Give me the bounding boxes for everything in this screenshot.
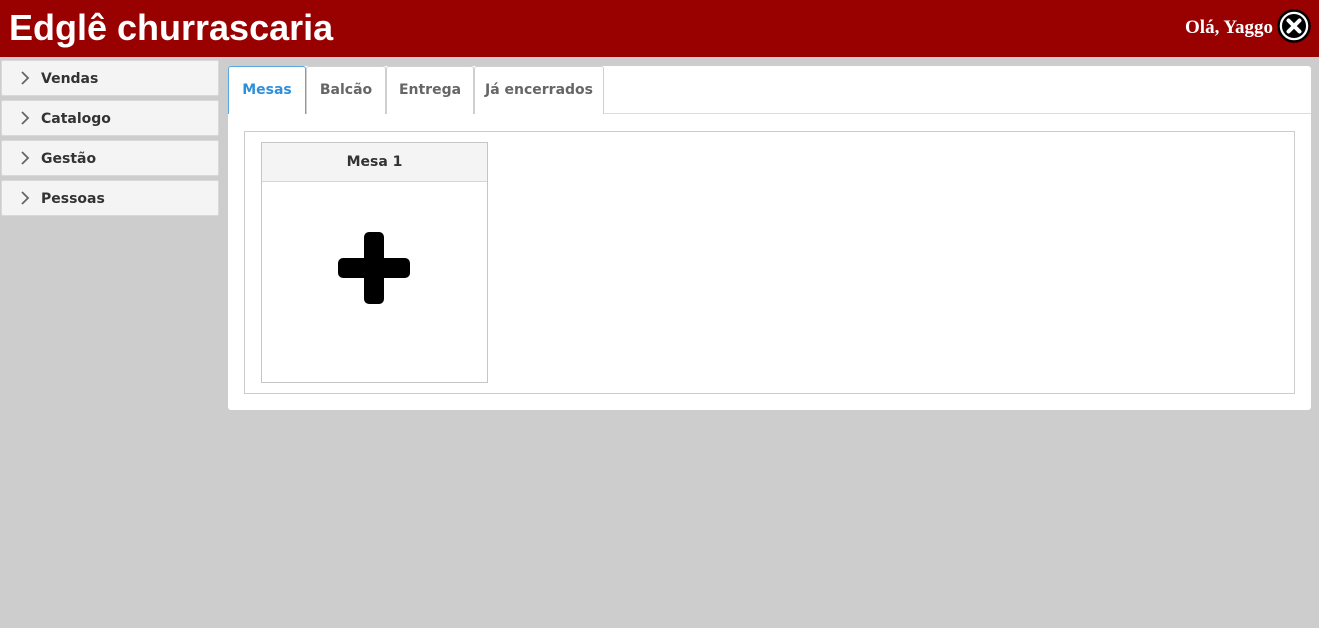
app-title: Edglê churrascaria: [9, 7, 334, 48]
sidebar-item-gestao[interactable]: Gestão: [1, 140, 219, 176]
tab-entrega[interactable]: Entrega: [386, 66, 474, 114]
chevron-right-icon: [21, 71, 30, 85]
sidebar-item-label: Pessoas: [41, 191, 105, 207]
sidebar-item-catalogo[interactable]: Catalogo: [1, 100, 219, 136]
sidebar-item-label: Catalogo: [41, 111, 111, 127]
table-card-title: Mesa 1: [262, 143, 487, 182]
chevron-right-icon: [21, 151, 30, 165]
close-circle-icon[interactable]: [1277, 9, 1311, 43]
tab-bar: Mesas Balcão Entrega Já encerrados: [228, 66, 1311, 114]
sidebar-item-label: Vendas: [41, 71, 99, 87]
chevron-right-icon: [21, 191, 30, 205]
tab-mesas[interactable]: Mesas: [228, 66, 306, 114]
main-panel: Mesas Balcão Entrega Já encerrados Mesa …: [228, 66, 1311, 410]
sidebar-item-label: Gestão: [41, 151, 97, 167]
user-greeting: Olá, Yaggo: [1185, 17, 1273, 38]
tab-ja-encerrados[interactable]: Já encerrados: [474, 66, 604, 114]
sidebar-item-vendas[interactable]: Vendas: [1, 60, 219, 96]
sidebar-menu: Vendas Catalogo Gestão Pessoas: [1, 60, 219, 220]
tab-balcao[interactable]: Balcão: [306, 66, 386, 114]
table-card-mesa-1: Mesa 1: [261, 142, 488, 383]
app-header: Edglê churrascaria Olá, Yaggo: [0, 0, 1319, 57]
tables-container: Mesa 1: [244, 131, 1295, 394]
plus-icon[interactable]: [338, 232, 410, 304]
chevron-right-icon: [21, 111, 30, 125]
sidebar-item-pessoas[interactable]: Pessoas: [1, 180, 219, 216]
